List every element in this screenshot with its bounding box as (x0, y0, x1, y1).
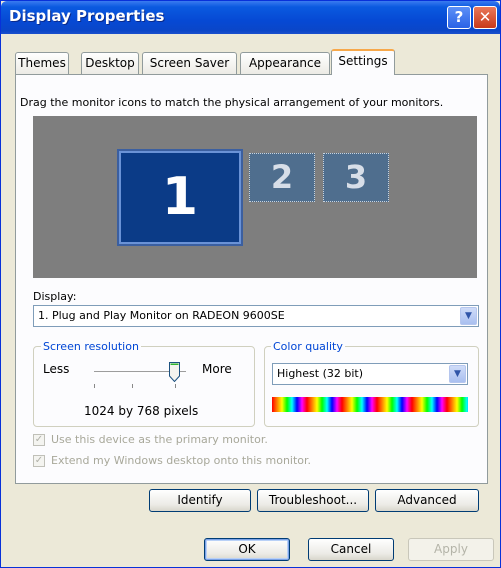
tab-desktop[interactable]: Desktop (81, 52, 139, 74)
window-title: Display Properties (9, 7, 165, 25)
display-select[interactable]: 1. Plug and Play Monitor on RADEON 9600S… (33, 305, 479, 327)
resolution-less-label: Less (43, 362, 70, 376)
chevron-down-icon[interactable]: ▼ (460, 307, 477, 325)
monitor-arrangement-area[interactable]: 1 2 3 (33, 116, 477, 278)
close-button[interactable]: ✕ (473, 6, 497, 29)
arrangement-instruction: Drag the monitor icons to match the phys… (20, 96, 444, 109)
color-quality-select[interactable]: Highest (32 bit) ▼ (272, 363, 468, 385)
resolution-value: 1024 by 768 pixels (84, 404, 199, 418)
resolution-slider-thumb[interactable] (169, 362, 180, 382)
screen-resolution-title: Screen resolution (41, 340, 141, 353)
display-select-value: 1. Plug and Play Monitor on RADEON 9600S… (38, 309, 285, 322)
monitor-1-icon[interactable]: 1 (117, 149, 243, 246)
slider-tick (175, 384, 176, 388)
color-quality-value: Highest (32 bit) (277, 367, 364, 380)
title-bar[interactable]: Display Properties ? ✕ (1, 1, 500, 34)
advanced-button[interactable]: Advanced (375, 489, 479, 512)
extend-desktop-label: Extend my Windows desktop onto this moni… (51, 454, 312, 467)
slider-tick (94, 384, 95, 388)
tab-themes[interactable]: Themes (15, 52, 69, 74)
tab-settings[interactable]: Settings (331, 49, 395, 75)
color-spectrum-preview (272, 397, 468, 412)
tab-screen-saver[interactable]: Screen Saver (142, 52, 237, 74)
slider-tick (132, 384, 133, 388)
resolution-more-label: More (202, 362, 232, 376)
chevron-down-icon[interactable]: ▼ (449, 365, 466, 383)
primary-monitor-checkbox[interactable]: ✓ (33, 434, 45, 446)
color-quality-group (264, 346, 479, 427)
monitor-2-icon[interactable]: 2 (249, 153, 315, 202)
apply-button[interactable]: Apply (408, 538, 494, 561)
tab-appearance[interactable]: Appearance (240, 52, 330, 74)
cancel-button[interactable]: Cancel (308, 538, 394, 561)
primary-monitor-label: Use this device as the primary monitor. (51, 433, 268, 446)
display-properties-window: Display Properties ? ✕ Themes Desktop Sc… (0, 0, 501, 568)
color-quality-title: Color quality (271, 340, 345, 353)
extend-desktop-checkbox[interactable]: ✓ (33, 455, 45, 467)
troubleshoot-button[interactable]: Troubleshoot... (257, 489, 369, 512)
monitor-3-icon[interactable]: 3 (323, 153, 389, 202)
display-label: Display: (33, 290, 77, 303)
help-button[interactable]: ? (447, 6, 471, 29)
identify-button[interactable]: Identify (149, 489, 251, 512)
ok-button[interactable]: OK (204, 538, 290, 561)
